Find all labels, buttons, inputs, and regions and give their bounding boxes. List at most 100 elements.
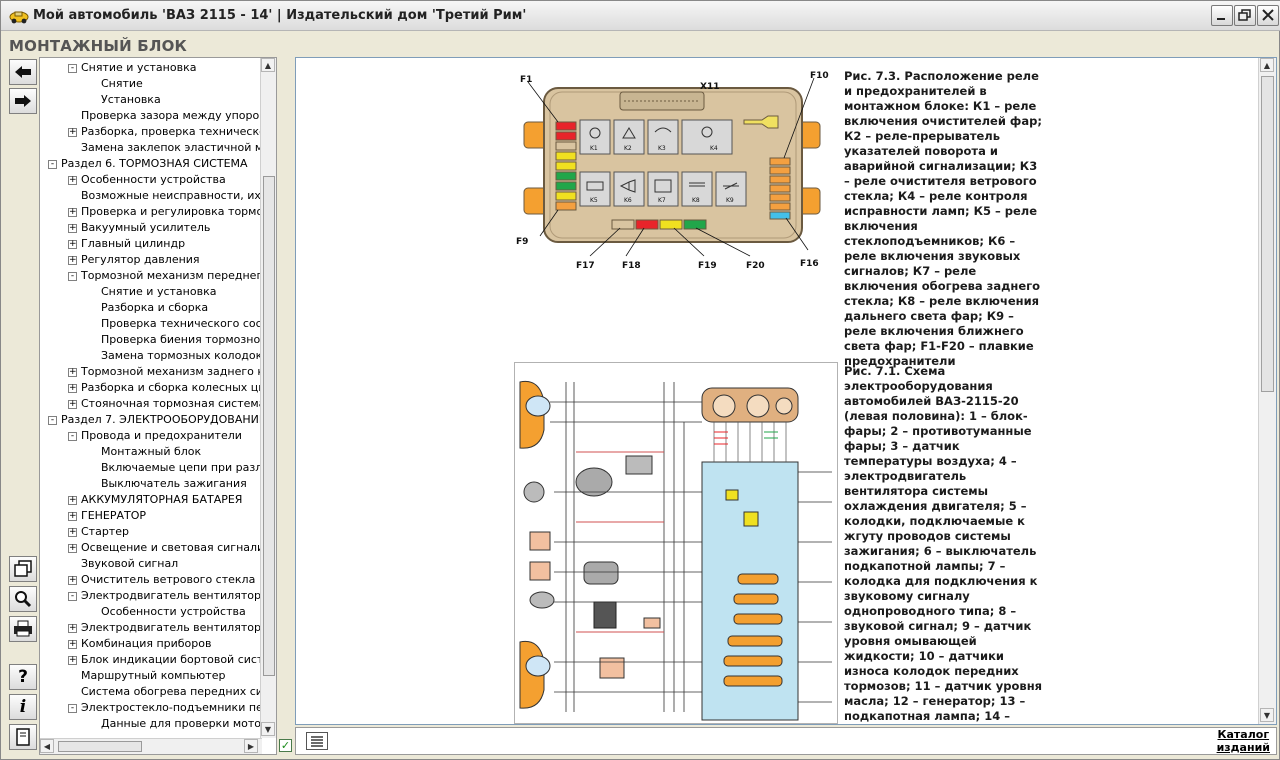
- search-button[interactable]: [9, 586, 37, 612]
- expand-icon[interactable]: +: [68, 127, 77, 137]
- tree-item[interactable]: Система обогрева передних сиден: [68, 684, 276, 700]
- tree-item[interactable]: + Электродвигатель вентилятора си: [68, 620, 276, 636]
- tree-item[interactable]: + Разборка, проверка технического: [68, 124, 276, 140]
- tree-item[interactable]: - Электростекло-подъемники перед: [68, 700, 276, 716]
- tree-item[interactable]: + Стояночная тормозная система: [68, 396, 265, 412]
- scroll-down-arrow[interactable]: ▼: [261, 722, 275, 736]
- tree-item[interactable]: Снятие и установка: [88, 284, 216, 300]
- tree-item[interactable]: - Провода и предохранители: [68, 428, 242, 444]
- restore-button[interactable]: [1234, 5, 1256, 26]
- tree-item[interactable]: + Регулятор давления: [68, 252, 200, 268]
- tree-scroll-thumb[interactable]: [263, 176, 275, 676]
- tree-item[interactable]: + Блок индикации бортовой системы: [68, 652, 276, 668]
- close-button[interactable]: [1257, 5, 1279, 26]
- book-button[interactable]: [9, 724, 37, 750]
- tree-vertical-scrollbar[interactable]: ▲ ▼: [260, 58, 276, 738]
- label-x11: X11: [700, 82, 719, 92]
- minimize-button[interactable]: [1211, 5, 1233, 26]
- content-scroll-down-arrow[interactable]: ▼: [1260, 708, 1274, 722]
- expand-icon[interactable]: +: [68, 527, 77, 537]
- tree-item[interactable]: + Особенности устройства: [68, 172, 226, 188]
- pages-button[interactable]: [9, 556, 37, 582]
- tree-item[interactable]: - Снятие и установка: [68, 60, 196, 76]
- scroll-left-arrow[interactable]: ◀: [40, 739, 54, 753]
- scroll-right-arrow[interactable]: ▶: [244, 739, 258, 753]
- info-button[interactable]: i: [9, 694, 37, 720]
- tree-item[interactable]: + Проверка и регулировка тормозов: [68, 204, 277, 220]
- tree-item[interactable]: - Тормозной механизм переднего к: [68, 268, 276, 284]
- expand-icon[interactable]: +: [68, 511, 77, 521]
- tree-item[interactable]: - Раздел 6. ТОРМОЗНАЯ СИСТЕМА: [48, 156, 248, 172]
- tree-hscroll-thumb[interactable]: [58, 741, 142, 752]
- tree-item[interactable]: Маршрутный компьютер: [68, 668, 225, 684]
- catalog-link[interactable]: Каталог изданий: [1217, 728, 1270, 754]
- sync-checkbox[interactable]: ✓: [279, 739, 292, 752]
- tree-item-label: Провода и предохранители: [81, 429, 242, 442]
- content-vertical-scrollbar[interactable]: ▲ ▼: [1258, 58, 1276, 724]
- expand-icon[interactable]: +: [68, 175, 77, 185]
- expand-icon[interactable]: +: [68, 223, 77, 233]
- expand-icon[interactable]: +: [68, 255, 77, 265]
- expand-icon[interactable]: +: [68, 239, 77, 249]
- wiring-diagram-figure: [514, 362, 838, 724]
- tree-item[interactable]: Разборка и сборка: [88, 300, 208, 316]
- expand-icon[interactable]: +: [68, 207, 77, 217]
- expand-icon[interactable]: +: [68, 383, 77, 393]
- tree-item[interactable]: Возможные неисправности, их пр: [68, 188, 276, 204]
- tree-item[interactable]: + Освещение и световая сигнализа: [68, 540, 276, 556]
- tree-item[interactable]: Данные для проверки моторед: [88, 716, 276, 732]
- collapse-icon[interactable]: -: [68, 63, 77, 73]
- collapse-icon[interactable]: -: [48, 415, 57, 425]
- tree-item-label: Установка: [101, 93, 161, 106]
- forward-button[interactable]: [9, 88, 37, 114]
- label-k4: K4: [710, 145, 718, 152]
- collapse-icon[interactable]: -: [68, 271, 77, 281]
- tree-item[interactable]: - Электродвигатель вентилятора от: [68, 588, 276, 604]
- collapse-icon[interactable]: -: [68, 591, 77, 601]
- tree-item[interactable]: Включаемые цепи при различ: [88, 460, 276, 476]
- expand-icon[interactable]: +: [68, 543, 77, 553]
- tree-item[interactable]: + Очиститель ветрового стекла: [68, 572, 255, 588]
- tree-item[interactable]: Замена заклепок эластичной муф: [68, 140, 276, 156]
- collapse-icon[interactable]: -: [68, 431, 77, 441]
- help-button[interactable]: ?: [9, 664, 37, 690]
- expand-icon[interactable]: +: [68, 399, 77, 409]
- tree-item[interactable]: + АККУМУЛЯТОРНАЯ БАТАРЕЯ: [68, 492, 242, 508]
- scroll-up-arrow[interactable]: ▲: [261, 58, 275, 72]
- tree-item[interactable]: Замена тормозных колодок: [88, 348, 262, 364]
- tree-item[interactable]: Снятие: [88, 76, 143, 92]
- content-scroll-thumb[interactable]: [1261, 76, 1274, 392]
- tree-item[interactable]: + Комбинация приборов: [68, 636, 212, 652]
- content-scroll-up-arrow[interactable]: ▲: [1260, 58, 1274, 72]
- tree-item[interactable]: + Разборка и сборка колесных цили: [68, 380, 276, 396]
- list-view-button[interactable]: [306, 732, 328, 750]
- collapse-icon[interactable]: -: [48, 159, 57, 169]
- collapse-icon[interactable]: -: [68, 703, 77, 713]
- tree-item[interactable]: Выключатель зажигания: [88, 476, 247, 492]
- tree-item[interactable]: Особенности устройства: [88, 604, 246, 620]
- tree-item[interactable]: Проверка зазора между упором р: [68, 108, 276, 124]
- tree-item[interactable]: + Стартер: [68, 524, 129, 540]
- tree-item[interactable]: + Тормозной механизм заднего кол: [68, 364, 276, 380]
- tree-item[interactable]: + Главный цилиндр: [68, 236, 185, 252]
- expand-icon[interactable]: +: [68, 623, 77, 633]
- tree-item[interactable]: Звуковой сигнал: [68, 556, 178, 572]
- tree-item[interactable]: Монтажный блок: [88, 444, 202, 460]
- tree-item[interactable]: Установка: [88, 92, 161, 108]
- tree-item[interactable]: + ГЕНЕРАТОР: [68, 508, 146, 524]
- tree-item[interactable]: + Вакуумный усилитель: [68, 220, 210, 236]
- expand-icon[interactable]: +: [68, 639, 77, 649]
- bottom-bar: Каталог изданий: [295, 727, 1277, 755]
- tree-horizontal-scrollbar[interactable]: ◀ ▶: [40, 738, 262, 754]
- tree-item[interactable]: - Раздел 7. ЭЛЕКТРООБОРУДОВАНИЕ: [48, 412, 266, 428]
- tree-item[interactable]: Проверка биения тормозного д: [88, 332, 276, 348]
- tree-item-label: Проверка и регулировка тормозов: [81, 205, 277, 218]
- contents-tree[interactable]: - Снятие и установка Снятие Установка Провер…: [39, 57, 277, 755]
- back-button[interactable]: [9, 59, 37, 85]
- tree-item[interactable]: Проверка технического состоя: [88, 316, 276, 332]
- expand-icon[interactable]: +: [68, 655, 77, 665]
- expand-icon[interactable]: +: [68, 575, 77, 585]
- expand-icon[interactable]: +: [68, 495, 77, 505]
- print-button[interactable]: [9, 616, 37, 642]
- expand-icon[interactable]: +: [68, 367, 77, 377]
